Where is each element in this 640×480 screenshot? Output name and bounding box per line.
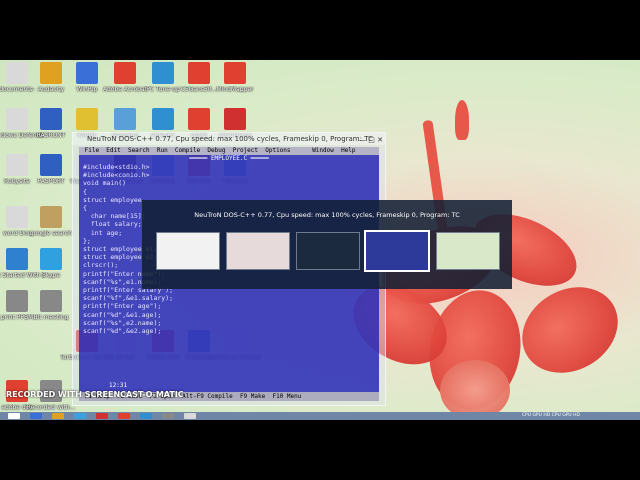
taskbar-app-icon[interactable] — [52, 413, 64, 419]
desktop-icon-label: Skype — [41, 272, 61, 279]
taskbar-app-icon[interactable] — [162, 413, 174, 419]
app-icon — [224, 62, 246, 84]
app-icon — [224, 108, 246, 130]
desktop-icon-label: MindMapper — [216, 86, 254, 93]
screencast-watermark: RECORDED WITH SCREENCAST-O-MATIC — [6, 390, 184, 399]
code-line: #include<conio.h> — [83, 171, 150, 180]
app-icon — [114, 62, 136, 84]
code-line: scanf("%f",&e1.salary); — [83, 294, 174, 303]
taskbar[interactable]: CPU GPU HD CPU GPU HD — [0, 412, 640, 420]
code-line: scanf("%s",e2.name); — [83, 318, 162, 327]
flower-petal — [506, 270, 634, 390]
desktop[interactable]: documents- Audacity WinRip Adobe Acrobat PC … — [0, 60, 640, 420]
taskbar-app-icon[interactable] — [74, 413, 86, 419]
app-icon — [152, 108, 174, 130]
code-line: #include<stdio.h> — [83, 163, 150, 171]
desktop-icon-label: Recorded with... — [26, 404, 76, 411]
app-icon — [40, 154, 62, 176]
app-icon — [76, 108, 98, 130]
app-icon — [40, 62, 62, 84]
taskbar-app-icon[interactable] — [184, 413, 196, 419]
dosbox-titlebar[interactable]: NeuTroN DOS-C++ 0.77, Cpu speed: max 100… — [73, 133, 385, 145]
switcher-title: NeuTroN DOS-C++ 0.77, Cpu speed: max 100… — [194, 211, 460, 219]
app-icon — [188, 62, 210, 84]
desktop-icon-label: Bit meeting — [33, 314, 69, 321]
app-icon — [40, 290, 62, 312]
window-switcher[interactable]: NeuTroN DOS-C++ 0.77, Cpu speed: max 100… — [142, 200, 512, 289]
app-icon — [188, 108, 210, 130]
window-title: NeuTroN DOS-C++ 0.77, Cpu speed: max 100… — [87, 135, 373, 143]
app-icon — [40, 206, 62, 228]
app-icon — [152, 62, 174, 84]
maximize-icon[interactable]: □ — [368, 136, 375, 144]
letterbox-bottom — [0, 420, 640, 480]
editor-file-name: ═════ EMPLOYEE.C ═════ — [189, 155, 269, 162]
system-tray: CPU GPU HD CPU GPU HD — [521, 413, 580, 418]
code-line: scanf("%d",&e2.age); — [83, 327, 162, 336]
powerpoint-thumb[interactable] — [226, 232, 290, 270]
code-line: printf("Enter age"); — [83, 302, 162, 311]
desktop-icon-label: google search — [29, 230, 73, 237]
app-icon — [40, 248, 62, 270]
taskbar-app-icon[interactable] — [140, 413, 152, 419]
app-icon — [114, 108, 136, 130]
desktop-flower-thumb[interactable] — [436, 232, 500, 270]
window-controls[interactable]: — □ ✕ — [359, 134, 383, 145]
desktop-icon[interactable]: google search — [24, 206, 78, 237]
letterbox-top — [0, 0, 640, 60]
taskbar-app-icon[interactable] — [96, 413, 108, 419]
desktop-icon[interactable]: Bit meeting — [24, 290, 78, 321]
desktop-icon[interactable]: MindMapper — [208, 62, 262, 93]
word-document-thumb[interactable] — [156, 232, 220, 270]
taskbar-app-icon[interactable] — [30, 413, 42, 419]
flower-bud — [455, 100, 469, 140]
cursor-position: 12:31 — [109, 382, 128, 389]
code-line: scanf("%d",&e1.age); — [83, 310, 162, 319]
app-icon — [76, 62, 98, 84]
dosbox-thumb[interactable] — [364, 230, 430, 272]
taskbar-app-icon[interactable] — [118, 413, 130, 419]
desktop-icon[interactable]: Skype — [24, 248, 78, 279]
taskbar-app-icon[interactable] — [8, 413, 20, 419]
app-icon — [40, 108, 62, 130]
desktop-thumb[interactable] — [296, 232, 360, 270]
code-line: void main() — [83, 179, 127, 188]
turbo-c-menu-bar[interactable]: File Edit Search Run Compile Debug Proje… — [79, 147, 379, 155]
minimize-icon[interactable]: — — [359, 136, 366, 144]
flower-petal — [440, 360, 510, 420]
code-line: { — [83, 187, 87, 196]
close-icon[interactable]: ✕ — [377, 136, 383, 144]
